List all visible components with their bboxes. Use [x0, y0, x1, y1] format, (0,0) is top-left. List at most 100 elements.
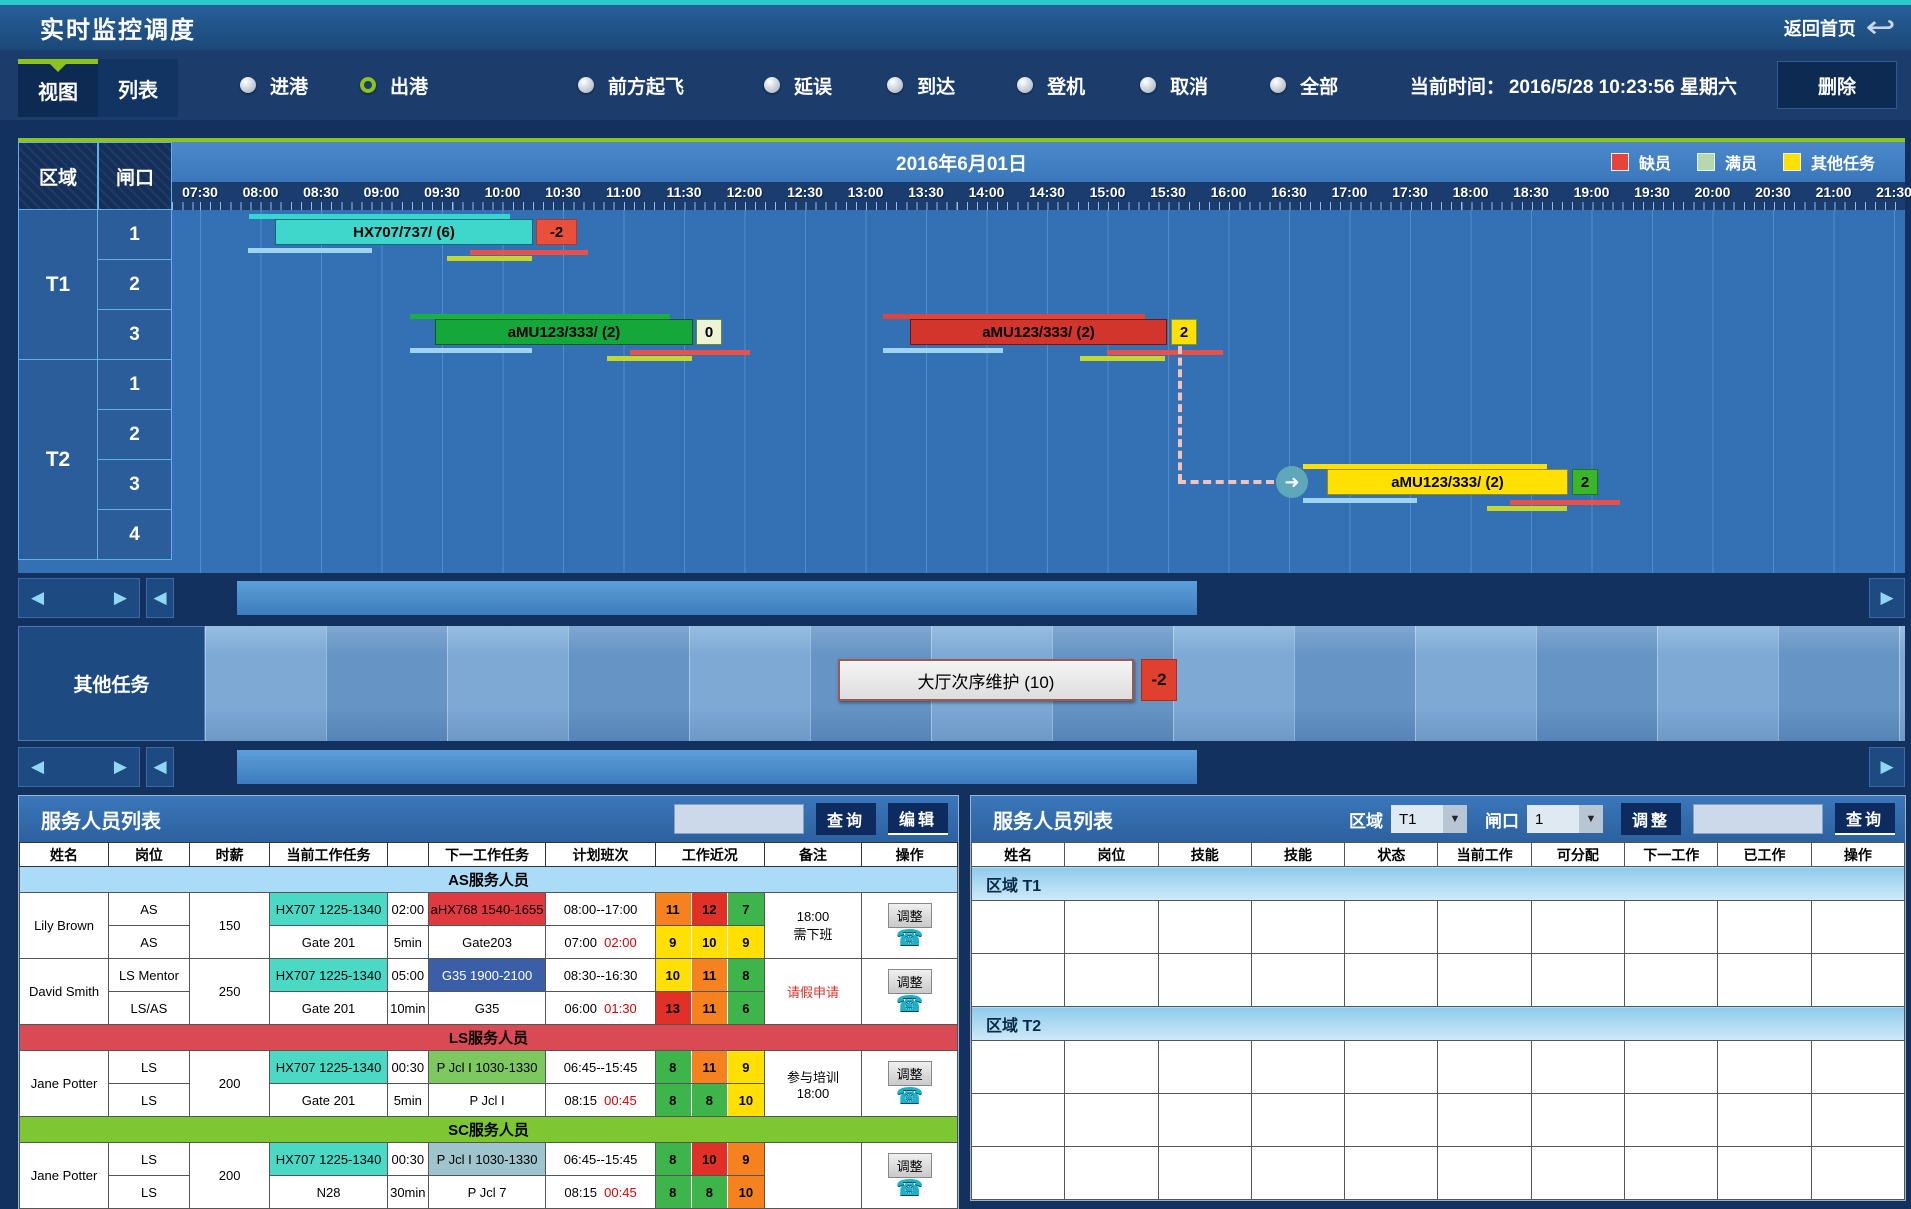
tab-list[interactable]: 列表: [98, 59, 178, 117]
gate-cell-T2-3[interactable]: 3: [98, 460, 172, 510]
empty-cell: [1345, 954, 1438, 1007]
task-bar-underline: [630, 350, 750, 355]
staff-edit-button[interactable]: 编辑: [888, 803, 948, 835]
gantt-scroll-left-button[interactable]: ◀: [146, 578, 174, 618]
gate-query-button[interactable]: 查询: [1835, 803, 1895, 835]
other-scroll-track[interactable]: [174, 747, 1865, 787]
phone-icon[interactable]: ☎: [862, 928, 957, 948]
staff-panel-title: 服务人员列表: [41, 805, 161, 834]
scroll-left-icon[interactable]: ◀: [31, 757, 44, 777]
empty-cell: [1158, 1041, 1251, 1094]
radio-icon[interactable]: [764, 77, 780, 93]
gate-column-header: 闸口: [98, 142, 172, 210]
current-task: HX707 1225-1340: [270, 959, 387, 992]
stat-cell: 11: [692, 959, 729, 992]
empty-cell: [1158, 901, 1251, 954]
arrow-right-icon[interactable]: ➜: [1276, 466, 1308, 498]
gantt-scroll-track[interactable]: [174, 578, 1865, 618]
gate-adjust-button[interactable]: 调整: [1621, 803, 1681, 835]
tab-view[interactable]: 视图: [18, 59, 98, 117]
status-filters: 进港 出港 前方起飞 延误 到达 登机 取消 全部: [178, 72, 1338, 99]
other-scroll-thumb[interactable]: [237, 750, 1197, 784]
filter-出港[interactable]: 出港: [360, 72, 428, 99]
home-link[interactable]: 返回首页: [1784, 15, 1856, 41]
chevron-down-icon[interactable]: ▼: [1443, 805, 1467, 833]
task-bar-underline: [470, 250, 588, 255]
task-bar[interactable]: aMU123/333/ (2): [910, 319, 1167, 345]
gate-select-label: 闸口: [1485, 807, 1519, 832]
phone-icon[interactable]: ☎: [862, 1086, 957, 1106]
filter-前方起飞[interactable]: 前方起飞: [578, 72, 684, 99]
filter-延误[interactable]: 延误: [764, 72, 832, 99]
task-badge: 2: [1572, 469, 1598, 495]
back-arrow-icon[interactable]: ↩: [1865, 13, 1895, 43]
radio-selected-icon[interactable]: [360, 77, 376, 93]
filter-取消[interactable]: 取消: [1140, 72, 1208, 99]
legend-item: 其他任务: [1783, 150, 1875, 174]
scroll-right-icon[interactable]: ▶: [114, 757, 127, 777]
time-tick-label: 09:30: [414, 184, 470, 200]
scroll-left-icon[interactable]: ◀: [31, 588, 44, 608]
radio-icon[interactable]: [1017, 77, 1033, 93]
radio-icon[interactable]: [1140, 77, 1156, 93]
gate-cell-T1-2[interactable]: 2: [98, 260, 172, 310]
task-bar-underline: [1487, 506, 1567, 511]
gate-cell-T2-1[interactable]: 1: [98, 360, 172, 410]
gate-staff-column-header: 状态: [1345, 843, 1438, 867]
time-tick-label: 21:00: [1806, 184, 1862, 200]
filter-到达[interactable]: 到达: [887, 72, 955, 99]
gantt-header-strip: 2016年6月01日 缺员满员其他任务: [18, 142, 1905, 182]
filter-全部[interactable]: 全部: [1270, 72, 1338, 99]
gate-cell-T1-1[interactable]: 1: [98, 210, 172, 260]
task-duration: 30min: [387, 1176, 428, 1209]
staff-query-button[interactable]: 查询: [816, 803, 876, 835]
work-stats-cells: 8119: [655, 1051, 764, 1084]
scroll-right-icon[interactable]: ▶: [114, 588, 127, 608]
time-tick-label: 14:00: [959, 184, 1015, 200]
staff-table: 姓名岗位时薪当前工作任务下一工作任务计划班次工作近况备注操作AS服务人员Lily…: [19, 842, 958, 1209]
other-scroll-right-button[interactable]: ▶: [1869, 747, 1905, 787]
phone-icon[interactable]: ☎: [862, 1178, 957, 1198]
time-tick-label: 10:00: [475, 184, 531, 200]
radio-icon[interactable]: [578, 77, 594, 93]
gantt-scroll-right-button[interactable]: ▶: [1869, 578, 1905, 618]
staff-search-input[interactable]: [674, 804, 804, 834]
task-bar[interactable]: aMU123/333/ (2): [435, 319, 693, 345]
radio-icon[interactable]: [1270, 77, 1286, 93]
phone-icon[interactable]: ☎: [862, 994, 957, 1014]
time-tick-label: 20:00: [1685, 184, 1741, 200]
other-task-bar[interactable]: 大厅次序维护 (10): [838, 659, 1134, 701]
gate-search-input[interactable]: [1693, 804, 1823, 834]
delete-button[interactable]: 删除: [1777, 61, 1897, 109]
staff-section-header-label: AS服务人员: [20, 867, 958, 893]
current-time: 当前时间： 2016/5/28 10:23:56 星期六: [1410, 72, 1737, 99]
task-bar[interactable]: aMU123/333/ (2): [1327, 469, 1568, 495]
gate-cell-T1-3[interactable]: 3: [98, 310, 172, 360]
next-task: P Jcl I 1030-1330: [428, 1143, 545, 1176]
stat-cell: 8: [655, 1176, 691, 1209]
radio-icon[interactable]: [240, 77, 256, 93]
gantt-scroll-thumb[interactable]: [237, 581, 1197, 615]
stat-cell: 8: [655, 1143, 691, 1176]
gantt-scroll-pager[interactable]: ◀ ▶: [18, 578, 140, 618]
stat-cell: 11: [692, 1051, 729, 1084]
time-tick-label: 15:30: [1140, 184, 1196, 200]
empty-cell: [1625, 1094, 1718, 1147]
task-bar[interactable]: HX707/737/ (6): [275, 219, 533, 245]
gate-staff-column-header: 下一工作: [1625, 843, 1718, 867]
filter-登机[interactable]: 登机: [1017, 72, 1085, 99]
gate-select[interactable]: 1 ▼: [1527, 805, 1603, 833]
other-scroll-left-button[interactable]: ◀: [146, 747, 174, 787]
gate-cell-T2-4[interactable]: 4: [98, 510, 172, 560]
area-label-T2: T2: [18, 360, 98, 560]
chevron-down-icon[interactable]: ▼: [1579, 805, 1603, 833]
other-scroll-pager[interactable]: ◀ ▶: [18, 747, 140, 787]
gate-cell-T2-2[interactable]: 2: [98, 410, 172, 460]
empty-cell: [1065, 1094, 1158, 1147]
staff-row: Lily BrownAS150HX707 1225-134002:00aHX76…: [20, 893, 958, 926]
radio-icon[interactable]: [887, 77, 903, 93]
area-select[interactable]: T1 ▼: [1391, 805, 1467, 833]
filter-进港[interactable]: 进港: [240, 72, 308, 99]
staff-column-header: [387, 843, 428, 867]
gate-staff-section-header: 区域 T2: [972, 1007, 1905, 1041]
